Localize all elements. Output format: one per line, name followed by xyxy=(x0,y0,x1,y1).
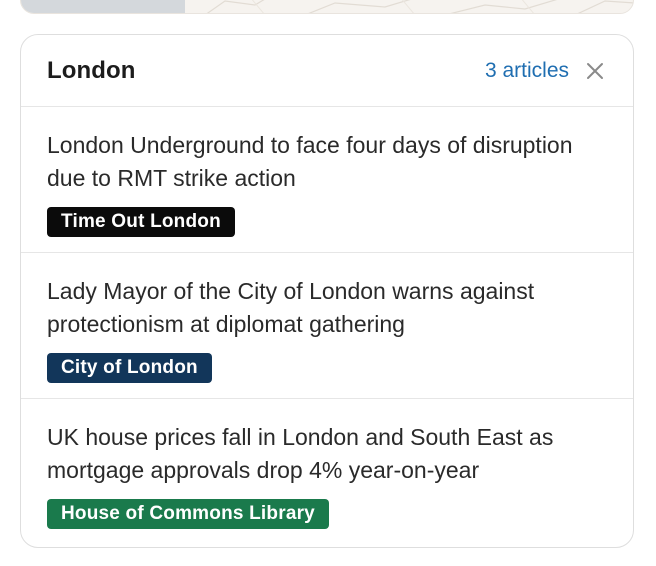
source-badge: Time Out London xyxy=(47,207,235,237)
article-item[interactable]: Lady Mayor of the City of London warns a… xyxy=(21,253,633,399)
article-title[interactable]: UK house prices fall in London and South… xyxy=(47,421,617,487)
map-preview xyxy=(20,0,634,14)
source-badge: House of Commons Library xyxy=(47,499,329,529)
article-item[interactable]: UK house prices fall in London and South… xyxy=(21,399,633,545)
panel-header: London 3 articles xyxy=(21,35,633,107)
panel-title: London xyxy=(47,56,136,84)
article-title[interactable]: Lady Mayor of the City of London warns a… xyxy=(47,275,617,341)
source-badge: City of London xyxy=(47,353,212,383)
close-button[interactable] xyxy=(583,59,607,83)
header-actions: 3 articles xyxy=(485,59,607,83)
map-roads-graphic xyxy=(206,0,633,13)
close-icon xyxy=(587,62,603,79)
article-item[interactable]: London Underground to face four days of … xyxy=(21,107,633,253)
map-shaded-region xyxy=(21,0,185,13)
location-articles-panel: London 3 articles London Underground to … xyxy=(20,34,634,548)
article-count-link[interactable]: 3 articles xyxy=(485,59,569,83)
article-title[interactable]: London Underground to face four days of … xyxy=(47,129,617,195)
